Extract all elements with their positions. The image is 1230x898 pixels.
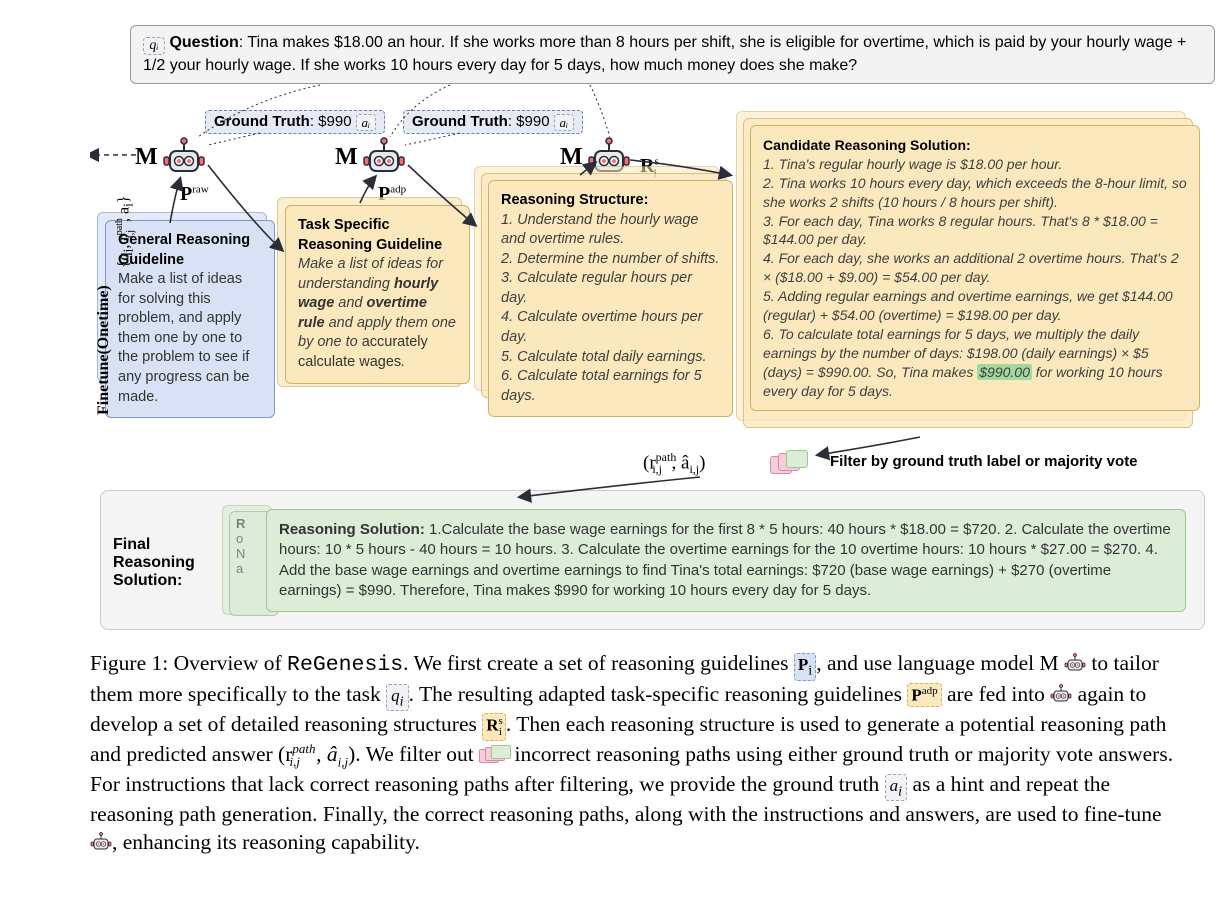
cap-fig: Figure 1: Overview of [90,651,287,675]
structure-item: 1. Understand the hourly wage and overti… [501,211,720,250]
finetune-label: Finetune(Onetime) [95,285,113,415]
final-area: Final Reasoning Solution: R o N a Reason… [100,490,1205,630]
candidate-title: Candidate Reasoning Solution: [763,136,1187,155]
cap-s2b: . We filter out [355,742,479,766]
robot-icon [362,137,406,177]
diagram: qᵢ Question: Tina makes $18.00 an hour. … [90,25,1215,84]
task-guideline-stack: Task Specific Reasoning Guideline Make a… [285,205,470,384]
finetune-math: {qi, rpathi,j , ai} [114,196,137,269]
candidate-item: 4. For each day, she works an additional… [763,249,1187,287]
ri-chip: Rsi [482,713,506,740]
structure-item: 2. Determine the number of shifts. [501,250,720,270]
candidate-item: 1. Tina's regular hourly wage is $18.00 … [763,155,1187,174]
candidate-body: 1. Tina's regular hourly wage is $18.00 … [763,155,1187,401]
general-guideline-body: Make a list of ideas for solving this pr… [118,270,262,407]
tg-mid: and [334,295,366,311]
ground-truth-1: Ground Truth: $990 aᵢ [205,110,385,134]
p-raw-label: Praw [180,183,209,206]
p-raw-sup: raw [192,183,209,195]
candidate-highlight: $990.00 [977,364,1032,380]
candidate-item-6: 6. To calculate total earnings for 5 day… [763,325,1187,401]
cap-s1a: . We first create a set of reasoning gui… [403,651,794,675]
final-card: Reasoning Solution: 1.Calculate the base… [266,509,1186,612]
cap-s2e: , enhancing its reasoning capability. [112,830,420,854]
model-m-1: M [135,137,206,177]
candidate-item: 3. For each day, Tina works 8 regular ho… [763,212,1187,250]
structure-item: 3. Calculate regular hours per day. [501,269,720,308]
robot-icon [90,832,112,852]
p-raw-sym: P [180,183,192,205]
candidate-card: Candidate Reasoning Solution: 1. Tina's … [750,125,1200,411]
ai-chip-1: aᵢ [356,114,376,131]
cap-s1d: . The resulting adapted task-specific re… [409,682,908,706]
candidate-stack: Candidate Reasoning Solution: 1. Tina's … [750,125,1200,411]
structure-item: 5. Calculate total daily earnings. [501,348,720,368]
qi-chip: qᵢ [143,37,165,55]
gt2-label: Ground Truth [412,113,508,130]
candidate-item: 2. Tina works 10 hours every day, which … [763,174,1187,212]
model-m-2: M [335,137,406,177]
m-label-1: M [135,144,158,171]
task-guideline-title: Task Specific Reasoning Guideline [298,216,457,255]
cap-s1e: are fed into [942,682,1051,706]
ground-truth-2: Ground Truth: $990 aᵢ [403,110,583,134]
filter-chips [770,450,810,476]
tg-tail: . [401,354,405,370]
final-title: Reasoning Solution: [279,521,425,538]
question-text: : Tina makes $18.00 an hour. If she work… [143,34,1186,74]
structure-title: Reasoning Structure [501,192,644,208]
task-guideline-body: Make a list of ideas for understanding h… [298,255,457,372]
question-box: qᵢ Question: Tina makes $18.00 an hour. … [130,25,1215,84]
cap-title: ReGenesis [287,653,403,677]
reasoning-structure-stack: Reasoning Structure: 1. Understand the h… [488,180,733,417]
gt2-value: : $990 [508,113,550,130]
cap-s1b: , and use language model M [816,651,1064,675]
candidate-item: 5. Adding regular earnings and overtime … [763,287,1187,325]
padp-chip: Padp [907,683,941,707]
filter-chip-cap [479,746,509,762]
structure-items: 1. Understand the hourly wage and overti… [501,211,720,407]
qi-chip-cap: qi [386,684,408,712]
robot-icon [1064,653,1086,673]
task-guideline-card: Task Specific Reasoning Guideline Make a… [285,205,470,384]
final-label-text: Final Reasoning Solution [113,536,195,589]
robot-icon [1050,684,1072,704]
p-adp-sup: adp [390,183,406,195]
structure-item: 4. Calculate overtime hours per day. [501,308,720,347]
figure-caption: Figure 1: Overview of ReGenesis. We firs… [90,650,1180,856]
robot-icon [162,137,206,177]
gt1-value: : $990 [310,113,352,130]
ai-chip-2: aᵢ [554,114,574,131]
gt1-label: Ground Truth [214,113,310,130]
pi-chip: Pi [794,653,816,681]
m-label-2: M [335,144,358,171]
general-guideline-title: General Reasoning Guideline [118,231,262,270]
ai-chip-cap: ai [885,774,907,802]
question-label: Question [169,34,238,51]
filter-label: Filter by ground truth label or majority… [830,453,1138,470]
final-label: Final Reasoning Solution: [113,536,213,590]
filter-tuple: (rpathi,j , âi,j) [643,450,705,477]
reasoning-structure-card: Reasoning Structure: 1. Understand the h… [488,180,733,417]
structure-item: 6. Calculate total earnings for 5 days. [501,367,720,406]
